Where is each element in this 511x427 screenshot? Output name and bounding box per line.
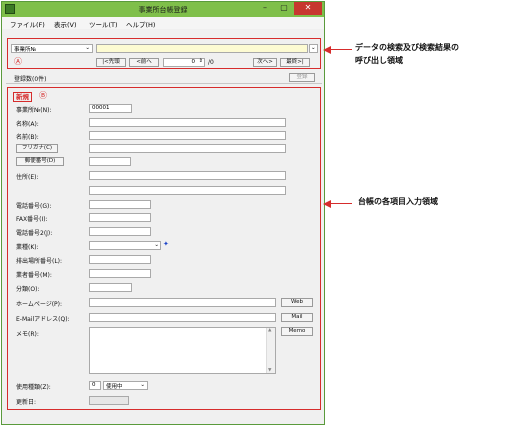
page-input[interactable]: 0 ⇕: [163, 58, 205, 67]
divider: [6, 83, 322, 84]
menu-bar: ファイル(F) 表示(V) ツール(T) ヘルプ(H): [2, 17, 324, 29]
area-b-marker: Ⓑ: [39, 91, 47, 100]
annotation-arrow-head: [323, 199, 331, 208]
star-icon[interactable]: ✦: [163, 240, 169, 248]
category-field[interactable]: [89, 283, 132, 292]
scroll-up-icon[interactable]: ▲: [268, 328, 271, 333]
search-area-annotation-line1: データの検索及び検索結果の: [355, 43, 459, 52]
search-field-select-value: 事業所№: [14, 47, 37, 53]
business-no-field[interactable]: [89, 269, 151, 278]
maximize-icon[interactable]: ▢: [275, 2, 293, 15]
phone-field[interactable]: [89, 200, 151, 209]
memo-button[interactable]: Memo: [281, 327, 313, 336]
category-label: 分類(O):: [16, 286, 40, 293]
usage-type-select[interactable]: 使用中 ⌄: [103, 381, 148, 390]
usage-type-code-value: 0: [92, 382, 96, 388]
page-total: /0: [208, 59, 214, 66]
search-dropdown-button[interactable]: ⌄: [309, 44, 318, 53]
record-count: 登録数(0件): [14, 76, 47, 83]
search-area-annotation-line2: 呼び出し領域: [355, 56, 403, 65]
prev-button[interactable]: <前へ: [129, 58, 159, 67]
updated-date-label: 更新日:: [16, 399, 37, 406]
phone2-label: 電話番号2(J):: [16, 230, 53, 237]
chevron-down-icon: ⌄: [85, 45, 90, 51]
name2-label: 名前(B):: [16, 134, 39, 141]
usage-type-select-value: 使用中: [106, 384, 123, 390]
industry-select[interactable]: ⌄: [89, 241, 161, 250]
register-button[interactable]: 登録: [289, 73, 315, 82]
memo-textarea[interactable]: ▲ ▼: [89, 327, 276, 374]
area-a-marker: Ⓐ: [14, 57, 22, 66]
annotation-arrow-line: [330, 49, 352, 50]
page-value: 0: [191, 59, 196, 65]
mail-button[interactable]: Mail: [281, 313, 313, 322]
name-field[interactable]: [89, 118, 286, 127]
email-label: E-Mailアドレス(Q):: [16, 316, 70, 323]
chevron-down-icon: ⌄: [154, 242, 159, 248]
postal-code-field[interactable]: [89, 157, 131, 166]
next-button[interactable]: 次へ>: [253, 58, 277, 67]
email-field[interactable]: [89, 313, 276, 322]
input-area-annotation: 台帳の各項目入力領域: [358, 197, 438, 206]
furigana-field[interactable]: [89, 144, 286, 153]
homepage-field[interactable]: [89, 298, 276, 307]
minimize-icon[interactable]: –: [256, 2, 274, 15]
last-button[interactable]: 最終>|: [280, 58, 310, 67]
office-no-label: 事業所№(N):: [16, 107, 52, 114]
address2-field[interactable]: [89, 186, 286, 195]
name-label: 名称(A):: [16, 121, 39, 128]
memo-scrollbar[interactable]: ▲ ▼: [266, 328, 275, 373]
menu-view[interactable]: 表示(V): [54, 19, 77, 29]
close-icon[interactable]: ✕: [294, 2, 322, 15]
annotation-arrow-head: [323, 45, 331, 54]
homepage-label: ホームページ(P):: [16, 301, 63, 308]
fax-label: FAX番号(I):: [16, 216, 48, 223]
spinner-icon[interactable]: ⇕: [199, 58, 203, 64]
industry-label: 業種(K):: [16, 244, 39, 251]
first-button[interactable]: |<先頭: [96, 58, 126, 67]
business-no-label: 業者番号(M):: [16, 272, 52, 279]
memo-label: メモ(R):: [16, 331, 39, 338]
search-input[interactable]: [96, 44, 308, 53]
chevron-down-icon: ⌄: [140, 382, 145, 388]
fax-field[interactable]: [89, 213, 151, 222]
search-area: 事業所№ ⌄ ⌄ Ⓐ |<先頭 <前へ 0 ⇕ /0 次へ> 最終>|: [7, 38, 321, 69]
new-record-label: 新規: [13, 92, 32, 102]
discharge-location-label: 排出場所番号(L):: [16, 258, 63, 265]
usage-type-code[interactable]: 0: [89, 381, 101, 390]
office-no-field[interactable]: 00001: [89, 104, 132, 113]
chevron-down-icon: ⌄: [311, 45, 316, 51]
menu-file[interactable]: ファイル(F): [10, 19, 45, 29]
search-field-select[interactable]: 事業所№ ⌄: [11, 44, 93, 53]
office-no-value: 00001: [92, 105, 110, 111]
annotation-arrow-line: [330, 203, 352, 204]
phone2-field[interactable]: [89, 227, 151, 236]
updated-date-field: [89, 396, 129, 405]
address-field[interactable]: [89, 171, 286, 180]
furigana-button[interactable]: フリガナ(C): [16, 144, 58, 153]
phone-label: 電話番号(G):: [16, 203, 52, 210]
usage-type-label: 使用種類(Z):: [16, 384, 51, 391]
postal-code-button[interactable]: 郵便番号(D): [16, 157, 64, 166]
menu-help[interactable]: ヘルプ(H): [126, 19, 155, 29]
title-bar: 事業所台帳登録 – ▢ ✕: [2, 2, 324, 17]
form-area: 新規 Ⓑ 事業所№(N): 00001 名称(A): 名前(B): フリガナ(C…: [7, 87, 321, 410]
app-window: 事業所台帳登録 – ▢ ✕ ファイル(F) 表示(V) ツール(T) ヘルプ(H…: [1, 1, 325, 425]
discharge-location-field[interactable]: [89, 255, 151, 264]
scroll-down-icon[interactable]: ▼: [268, 368, 271, 373]
web-button[interactable]: Web: [281, 298, 313, 307]
menu-tools[interactable]: ツール(T): [89, 19, 118, 29]
address-label: 住所(E):: [16, 174, 39, 181]
name2-field[interactable]: [89, 131, 286, 140]
